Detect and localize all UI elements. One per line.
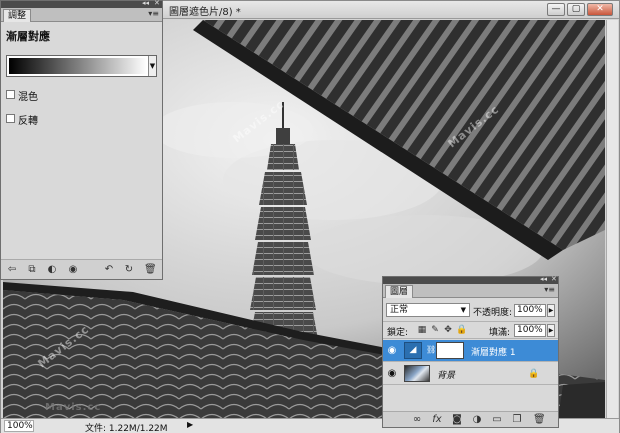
panel-tab-bar: 圖層 ▾≡ [383, 284, 558, 298]
layer-name[interactable]: 漸層對應 1 [471, 345, 516, 358]
tab-adjustments[interactable]: 調整 [3, 9, 32, 22]
dither-checkbox[interactable] [6, 90, 15, 99]
zoom-field[interactable]: 100% [4, 420, 34, 432]
eye-icon[interactable]: ◉ [386, 345, 398, 356]
layer-style-icon[interactable]: fx [431, 414, 443, 425]
new-adjustment-icon[interactable]: ◑ [471, 414, 483, 425]
layer-mask-thumbnail[interactable] [436, 342, 464, 359]
close-panel-icon[interactable]: ✕ [551, 275, 557, 283]
adjustment-heading: 漸層對應 [6, 30, 50, 43]
tab-layers[interactable]: 圖層 [385, 285, 414, 298]
collapse-icon[interactable]: ◂◂ [142, 0, 149, 7]
visibility-icon[interactable]: ◉ [67, 264, 79, 275]
lock-transparency-icon[interactable]: ▦ [417, 325, 427, 335]
reverse-label: 反轉 [18, 116, 38, 127]
layer-row-gradient-map[interactable]: ◉ ◢ ⛓ 漸層對應 1 [383, 340, 558, 362]
layer-row-background[interactable]: ◉ 背景 🔒 [383, 363, 558, 385]
panel-grip[interactable]: ◂◂ ✕ [383, 275, 558, 284]
new-group-icon[interactable]: ▭ [491, 414, 503, 425]
layers-footer: ∞ fx ◙ ◑ ▭ ❐ 🗑 [383, 411, 558, 427]
minimize-button[interactable]: — [547, 3, 565, 16]
collapse-icon[interactable]: ◂◂ [540, 275, 547, 283]
reset-icon[interactable]: ↻ [123, 264, 135, 275]
lock-label: 鎖定: [387, 328, 409, 338]
panel-menu-icon[interactable]: ▾≡ [148, 9, 159, 18]
layer-name[interactable]: 背景 [437, 368, 455, 381]
new-layer-icon[interactable]: ❐ [511, 414, 523, 425]
lock-pixels-icon[interactable]: ✎ [430, 325, 440, 335]
add-mask-icon[interactable]: ◙ [451, 414, 463, 425]
blend-mode-select[interactable]: 正常 ▼ [386, 303, 470, 317]
watermark-corner: Mavis.cc [45, 402, 102, 413]
trash-icon[interactable]: 🗑 [144, 264, 157, 275]
document-title: 圖層遮色片/8) * [169, 7, 241, 18]
back-arrow-icon[interactable]: ⇦ [6, 264, 18, 275]
lock-icon: 🔒 [528, 369, 540, 379]
chevron-down-icon[interactable]: ▼ [148, 56, 156, 76]
file-info: 文件: 1.22M/1.22M [85, 424, 168, 433]
fill-slider-icon[interactable]: ▶ [547, 324, 555, 337]
dither-label: 混色 [18, 92, 38, 103]
view-previous-icon[interactable]: ↶ [103, 264, 115, 275]
close-button[interactable]: ✕ [587, 3, 613, 16]
maximize-button[interactable]: ▢ [567, 3, 585, 16]
gradient-swatch[interactable] [9, 58, 147, 74]
opacity-label: 不透明度: [473, 308, 513, 318]
fill-label: 填滿: [489, 328, 511, 338]
trash-icon[interactable]: 🗑 [533, 414, 546, 425]
blend-mode-value: 正常 [390, 305, 409, 315]
opacity-field[interactable]: 100% [514, 304, 546, 317]
close-panel-icon[interactable]: ✕ [154, 0, 160, 7]
layer-thumbnail [404, 365, 430, 382]
adjustment-layer-icon: ◢ [404, 342, 422, 359]
panel-grip[interactable]: ◂◂ ✕ [1, 0, 162, 8]
clip-layer-icon[interactable]: ◐ [46, 264, 58, 275]
status-menu-icon[interactable]: ▶ [187, 420, 193, 429]
panel-menu-icon[interactable]: ▾≡ [544, 285, 555, 294]
layers-panel: ◂◂ ✕ 圖層 ▾≡ 正常 ▼ 不透明度: 100% ▶ 鎖定: ▦ ✎ ✥ 🔒… [382, 275, 559, 428]
lock-row: 鎖定: ▦ ✎ ✥ 🔒 填滿: 100% ▶ [383, 321, 558, 339]
vertical-scrollbar[interactable] [606, 20, 618, 418]
lock-all-icon[interactable]: 🔒 [456, 325, 467, 335]
gradient-picker[interactable]: ▼ [6, 55, 157, 77]
link-icon[interactable]: ⛓ [426, 342, 436, 359]
link-layers-icon[interactable]: ∞ [411, 414, 423, 425]
lock-position-icon[interactable]: ✥ [443, 325, 453, 335]
adjustments-panel: ◂◂ ✕ 調整 ▾≡ 漸層對應 ▼ 混色 反轉 ⇦ ⧉ ◐ ◉ ↶ ↻ 🗑 [0, 0, 163, 280]
panel-tab-bar: 調整 ▾≡ [1, 8, 162, 22]
adjustments-footer: ⇦ ⧉ ◐ ◉ ↶ ↻ 🗑 [1, 259, 162, 279]
fill-field[interactable]: 100% [514, 324, 546, 337]
opacity-slider-icon[interactable]: ▶ [547, 304, 555, 317]
reverse-checkbox[interactable] [6, 114, 15, 123]
chevron-down-icon[interactable]: ▼ [461, 304, 466, 316]
expand-view-icon[interactable]: ⧉ [26, 264, 38, 275]
eye-icon[interactable]: ◉ [386, 368, 398, 379]
